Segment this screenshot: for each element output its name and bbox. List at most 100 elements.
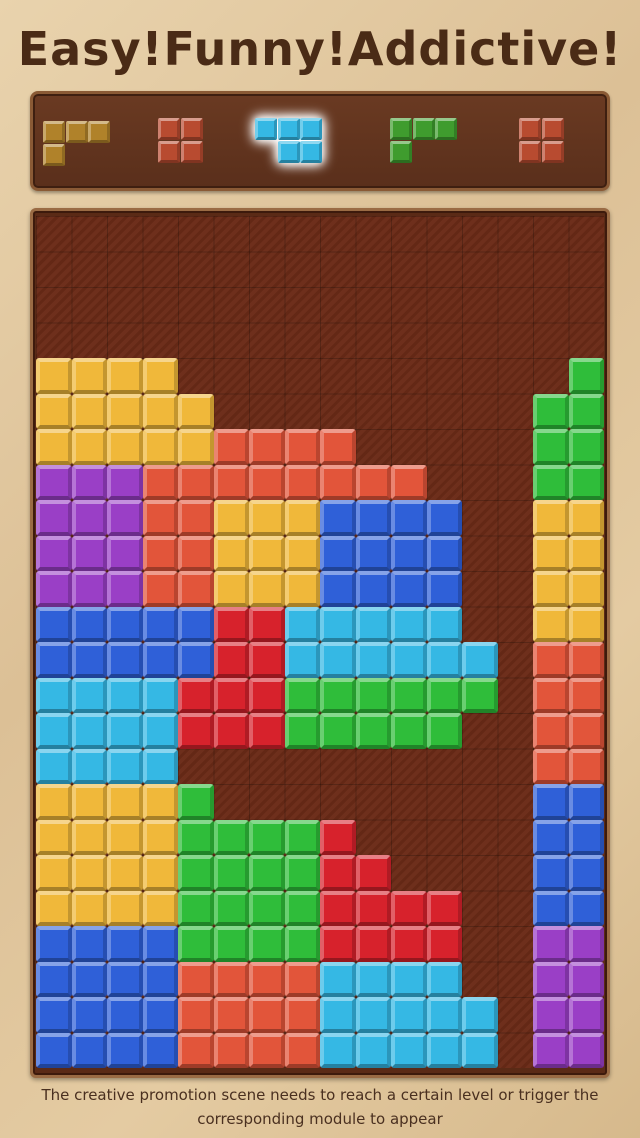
board-block [320,464,356,500]
board-block [71,500,107,536]
board-block [71,926,107,962]
board-block [36,748,72,784]
board-block [36,677,72,713]
board-block [71,997,107,1033]
board-block [36,571,72,607]
board-block [355,1032,391,1068]
board-block [178,500,214,536]
board-block [71,429,107,465]
board-block [71,535,107,571]
game-board[interactable] [36,216,604,1068]
board-block [249,464,285,500]
board-block [320,890,356,926]
board-block [213,500,249,536]
board-block [36,393,72,429]
board-block [320,926,356,962]
board-block [568,1032,604,1068]
board-block [249,961,285,997]
board-block [568,393,604,429]
board-block [355,997,391,1033]
piece-block [158,140,180,163]
board-block [284,890,320,926]
board-block [426,926,462,962]
board-block [355,961,391,997]
board-block [178,784,214,820]
board-block [142,464,178,500]
board-block [462,642,498,678]
board-block [36,606,72,642]
board-block [568,358,604,394]
board-block [533,784,569,820]
board-block [426,606,462,642]
piece-block [180,140,203,163]
board-block [142,890,178,926]
board-block [213,1032,249,1068]
piece-block [180,118,203,140]
board-block [36,1032,72,1068]
board-block [107,926,143,962]
board-block [284,997,320,1033]
board-block [568,961,604,997]
board-block [249,606,285,642]
board-block [71,464,107,500]
board-block [426,642,462,678]
board-block [568,677,604,713]
board-block [142,642,178,678]
piece-block [519,118,541,140]
board-block [284,500,320,536]
board-block [568,890,604,926]
board-block [213,855,249,891]
board-block [107,606,143,642]
board-block [568,429,604,465]
board-block [533,393,569,429]
board-block [71,358,107,394]
board-block [36,961,72,997]
board-block [355,606,391,642]
board-block [426,961,462,997]
board-block [249,997,285,1033]
board-block [391,677,427,713]
piece-block [300,140,322,163]
board-block [142,500,178,536]
board-block [533,606,569,642]
board-block [568,464,604,500]
piece-block [390,140,412,163]
board-block [355,500,391,536]
board-block [142,571,178,607]
board-block [426,677,462,713]
board-block [249,535,285,571]
board-block [107,961,143,997]
piece-block [277,118,300,140]
board-block [213,961,249,997]
board-block [391,606,427,642]
board-block [142,393,178,429]
board-block [142,358,178,394]
board-block [320,819,356,855]
board-block [249,713,285,749]
board-block [320,642,356,678]
board-block [249,890,285,926]
board-block [213,997,249,1033]
board-block [178,677,214,713]
piece-block [277,140,300,163]
board-block [178,855,214,891]
board-block [71,677,107,713]
board-block [142,535,178,571]
board-block [355,642,391,678]
board-block [178,713,214,749]
board-block [391,1032,427,1068]
board-block [533,1032,569,1068]
board-block [71,748,107,784]
board-block [71,606,107,642]
board-block [71,784,107,820]
board-block [533,571,569,607]
board-block [213,429,249,465]
board-block [284,571,320,607]
board-block [213,713,249,749]
board-block [391,890,427,926]
board-block [391,961,427,997]
piece-block [390,118,412,140]
board-block [533,713,569,749]
board-block [178,926,214,962]
board-block [142,997,178,1033]
